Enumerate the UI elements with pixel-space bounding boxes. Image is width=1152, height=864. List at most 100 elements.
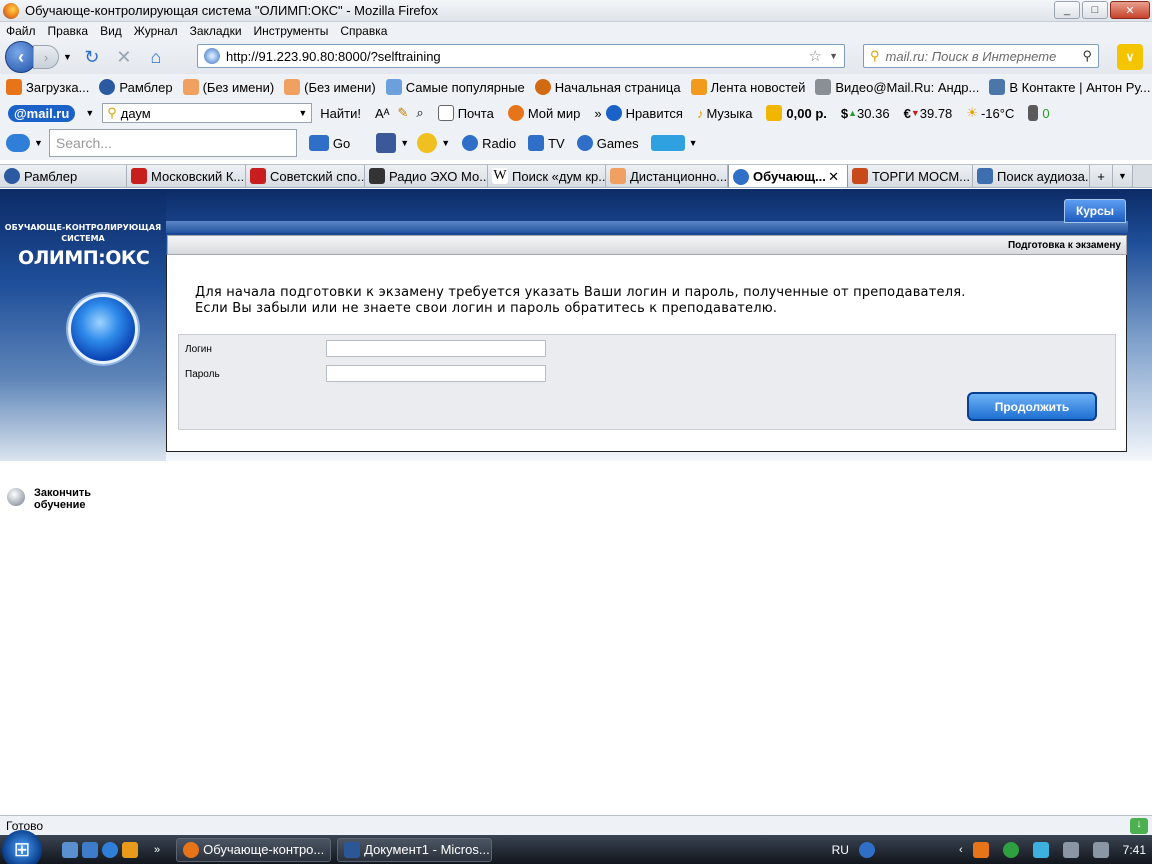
music-icon: ♪ xyxy=(696,105,704,121)
bookmarks-bar: Загрузка... Рамблер (Без имени) (Без име… xyxy=(0,74,1152,100)
show-desktop-icon[interactable] xyxy=(62,841,78,858)
instruction-line-1: Для начала подготовки к экзамену требует… xyxy=(195,285,966,300)
menu-edit[interactable]: Правка xyxy=(48,24,89,38)
network-icon[interactable] xyxy=(1062,841,1079,858)
menu-view[interactable]: Вид xyxy=(100,24,122,38)
social-button[interactable]: ▼ xyxy=(650,135,698,151)
tv-button[interactable]: TV xyxy=(528,135,565,151)
go-button[interactable]: Go xyxy=(308,135,350,151)
more-icon[interactable]: » xyxy=(154,844,160,856)
mailru-logo[interactable]: @mail.ru xyxy=(8,104,76,122)
close-window-button[interactable]: ✕ xyxy=(1110,1,1150,19)
smiley-button[interactable]: ▼ xyxy=(417,133,450,153)
bullet-icon xyxy=(7,488,25,506)
menu-help[interactable]: Справка xyxy=(340,24,387,38)
continue-button[interactable]: Продолжить xyxy=(967,392,1097,421)
login-input[interactable] xyxy=(326,340,546,357)
minimize-button[interactable]: _ xyxy=(1054,1,1080,19)
tray-upload-icon[interactable] xyxy=(1032,841,1049,858)
bookmark-item[interactable]: Видео@Mail.Ru: Андр... xyxy=(815,79,979,95)
forward-button[interactable]: › xyxy=(33,45,59,69)
tab-distance[interactable]: Дистанционно... xyxy=(606,165,728,187)
eur-rate[interactable]: € ▼ 39.78 xyxy=(904,106,953,121)
tab-torgi[interactable]: ТОРГИ МОСМ... xyxy=(848,165,973,187)
traffic-link[interactable]: 0 xyxy=(1028,105,1050,121)
usd-rate[interactable]: $ ▲ 30.36 xyxy=(841,106,890,121)
tray-app-icon[interactable] xyxy=(972,841,989,858)
star-icon[interactable]: ☆ xyxy=(809,47,822,65)
finish-training-link[interactable]: Закончить обучение xyxy=(7,486,114,511)
stop-icon[interactable]: ✕ xyxy=(112,45,136,69)
bookmark-item[interactable]: В Контакте | Антон Ру... xyxy=(989,79,1151,95)
web-search-box[interactable]: ⚲ mail.ru: Поиск в Интернете ⚲ xyxy=(863,44,1099,68)
bookmark-item[interactable]: Загрузка... xyxy=(6,79,89,95)
language-indicator[interactable]: RU xyxy=(832,843,849,857)
mailru-search-input[interactable]: ⚲ даум ▼ xyxy=(102,103,313,123)
tab-olimp[interactable]: Обучающ... ✕ xyxy=(728,165,848,187)
media-player-icon[interactable] xyxy=(122,841,138,858)
taskbar-word[interactable]: Документ1 - Micros... xyxy=(337,837,493,862)
mail-link[interactable]: Почта xyxy=(437,105,494,121)
zoom-icon[interactable]: ⌕ xyxy=(416,105,423,121)
menu-bookmarks[interactable]: Закладки xyxy=(190,24,242,38)
highlight-icon[interactable]: ✎ xyxy=(398,105,409,121)
volume-icon[interactable] xyxy=(1092,841,1109,858)
tab-sport[interactable]: Советский спо... xyxy=(246,165,365,187)
bookmark-item[interactable]: (Без имени) xyxy=(284,79,376,95)
bookmark-item[interactable]: Самые популярные xyxy=(385,79,525,95)
dropdown-icon[interactable]: ▼ xyxy=(34,138,43,148)
url-dropdown-icon[interactable]: ▼ xyxy=(829,51,838,61)
toolbar-search-input[interactable]: Search... xyxy=(48,129,297,157)
myworld-link[interactable]: Мой мир xyxy=(507,105,580,121)
tab-echo[interactable]: Радио ЭХО Мо... xyxy=(365,165,488,187)
home-icon[interactable]: ⌂ xyxy=(144,45,168,69)
weather-link[interactable]: ☀ -16°C xyxy=(966,105,1014,121)
music-link[interactable]: ♪ Музыка xyxy=(697,106,752,121)
radio-button[interactable]: Radio xyxy=(462,135,516,151)
balance-link[interactable]: 0,00 р. xyxy=(766,105,827,121)
site-identity-icon[interactable] xyxy=(204,48,220,64)
download-icon[interactable]: ↓ xyxy=(1130,817,1148,834)
bookmark-item[interactable]: (Без имени) xyxy=(182,79,274,95)
menu-tools[interactable]: Инструменты xyxy=(254,24,329,38)
font-size-icon[interactable]: Aᴬ xyxy=(375,106,390,121)
url-bar[interactable]: http://91.223.90.80:8000/?selftraining ☆… xyxy=(197,44,845,68)
dropdown-icon[interactable]: ▼ xyxy=(298,108,307,118)
password-input[interactable] xyxy=(326,365,546,382)
bookmark-item[interactable]: Начальная страница xyxy=(534,79,681,95)
search-icon[interactable]: ⚲ xyxy=(1082,48,1092,64)
find-button[interactable]: Найти! xyxy=(320,106,361,121)
extra-toolbar: ▼ Search... Go ▼ ▼ Radio TV Games ▼ xyxy=(0,126,1152,160)
tab-list-icon[interactable]: ▼ xyxy=(1113,165,1133,187)
help-icon[interactable] xyxy=(858,841,875,858)
bookmark-item[interactable]: Рамблер xyxy=(99,79,173,95)
maximize-button[interactable]: □ xyxy=(1082,1,1108,19)
new-tab-button[interactable]: + xyxy=(1090,165,1113,187)
bookmark-item[interactable]: Лента новостей xyxy=(690,79,805,95)
taskbar-firefox[interactable]: Обучающе-контро... xyxy=(176,837,332,862)
tab-wiki[interactable]: W Поиск «дум кр... xyxy=(488,165,606,187)
mailru-menu-icon[interactable]: ▼ xyxy=(85,108,94,118)
games-button[interactable]: Games xyxy=(576,135,639,151)
rambler-icon xyxy=(99,79,116,95)
eyes-logo-icon[interactable] xyxy=(6,134,30,152)
courses-tab[interactable]: Курсы xyxy=(1064,199,1126,223)
tab-audio[interactable]: Поиск аудиоза... xyxy=(973,165,1090,187)
menu-file[interactable]: Файл xyxy=(6,24,36,38)
yandex-icon[interactable]: ∨ xyxy=(1117,44,1143,70)
search-engine-icon[interactable]: ⚲ xyxy=(870,48,880,64)
tab-rambler[interactable]: Рамблер xyxy=(0,165,127,187)
explorer-icon[interactable] xyxy=(82,841,98,858)
tray-app-icon[interactable] xyxy=(1002,841,1019,858)
history-dropdown-icon[interactable]: ▼ xyxy=(63,52,72,62)
menu-history[interactable]: Журнал xyxy=(134,24,178,38)
tab-mk[interactable]: Московский К... xyxy=(127,165,246,187)
ie-icon[interactable] xyxy=(102,841,118,858)
reload-icon[interactable]: ↻ xyxy=(80,45,104,69)
facebook-button[interactable]: ▼ xyxy=(376,133,409,153)
clock[interactable]: 7:41 xyxy=(1123,843,1146,857)
start-button[interactable]: ⊞ xyxy=(2,829,42,864)
tray-chevron-icon[interactable]: ‹ xyxy=(959,844,963,856)
like-link[interactable]: » Нравится xyxy=(594,105,683,121)
close-tab-icon[interactable]: ✕ xyxy=(828,169,839,185)
